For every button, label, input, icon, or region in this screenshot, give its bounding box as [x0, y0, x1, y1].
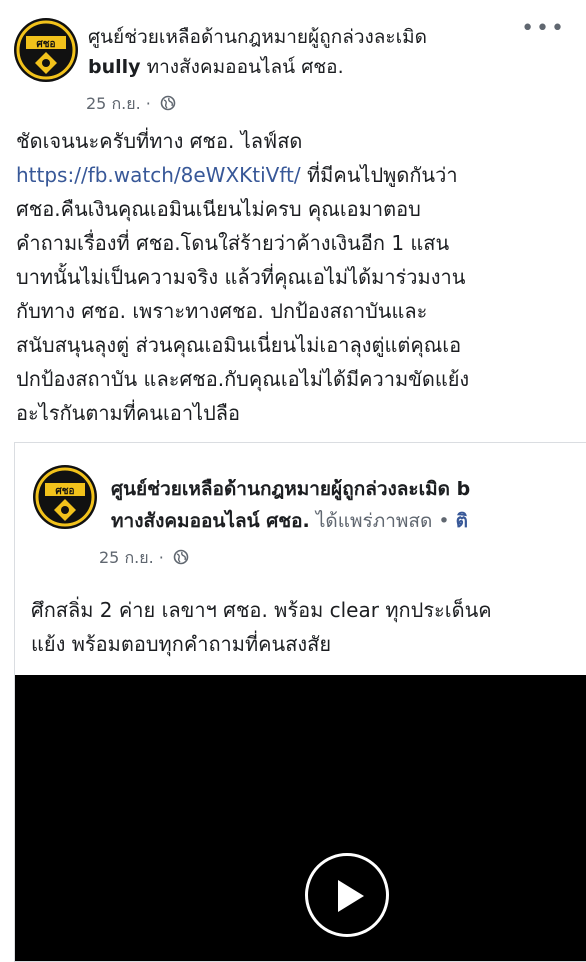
shared-page-avatar[interactable]: ศชอ	[33, 465, 97, 529]
page-name-line1[interactable]: ศูนย์ช่วยเหลือด้านกฎหมายผู้ถูกล่วงละเมิด	[88, 22, 528, 52]
post-text-line: กับทาง ศชอ. เพราะทางศชอ. ปกป้องสถาบันและ	[16, 299, 428, 323]
follow-link[interactable]: ติ	[456, 510, 468, 532]
shared-page-name-line2: ทางสังคมออนไลน์ ศชอ. ได้แพร่ภาพสด • ติ	[111, 510, 468, 532]
shared-post-card[interactable]: ศชอ ศูนย์ช่วยเหลือด้านกฎหมายผู้ถูกล่วงละ…	[14, 442, 586, 962]
play-button[interactable]	[305, 853, 389, 937]
post-text-line: บาทนั้นไม่เป็นความจริง แล้วที่คุณเอไม่ได…	[16, 265, 466, 289]
svg-text:ศชอ: ศชอ	[36, 39, 55, 50]
post-text-line: สนับสนุนลุงตู่ ส่วนคุณเอมินเนี่ยนไม่เอาล…	[16, 333, 462, 357]
post-text-line: อะไรกันตามที่คนเอาไปลือ	[16, 401, 241, 425]
globe-icon	[160, 95, 176, 115]
shared-page-name-line1[interactable]: ศูนย์ช่วยเหลือด้านกฎหมายผู้ถูกล่วงละเมิด…	[111, 473, 586, 505]
shared-page-name[interactable]: ศูนย์ช่วยเหลือด้านกฎหมายผู้ถูกล่วงละเมิด…	[111, 473, 586, 537]
video-player[interactable]	[15, 675, 586, 961]
shared-text-line: ศึกสลิ่ม 2 ค่าย เลขาฯ ศชอ. พร้อม clear ท…	[31, 598, 492, 622]
post-date[interactable]: 25 ก.ย.	[86, 94, 141, 113]
shared-post-meta: 25 ก.ย. ·	[99, 546, 189, 571]
video-link[interactable]: https://fb.watch/8eWXKtiVft/	[16, 163, 301, 187]
meta-dot: ·	[145, 94, 151, 113]
page-name-line2[interactable]: bully ทางสังคมออนไลน์ ศชอ.	[88, 52, 528, 82]
page-avatar[interactable]: ศชอ	[14, 18, 78, 82]
play-icon	[338, 880, 364, 912]
post-header: ศชอ ศูนย์ช่วยเหลือด้านกฎหมายผู้ถูกล่วงละ…	[0, 0, 586, 120]
post-text-line: ศชอ.คืนเงินคุณเอมินเนียนไม่ครบ คุณเอมาตอ…	[16, 197, 421, 221]
globe-icon	[173, 549, 189, 569]
post-text-line: คำถามเรื่องที่ ศชอ.โดนใส่ร้ายว่าค้างเงิน…	[16, 231, 450, 255]
svg-text:ศชอ: ศชอ	[55, 486, 74, 497]
meta-dot: ·	[158, 548, 164, 567]
shared-post-body: ศึกสลิ่ม 2 ค่าย เลขาฯ ศชอ. พร้อม clear ท…	[31, 593, 586, 661]
post-meta: 25 ก.ย. ·	[86, 92, 176, 117]
page-logo: ศชอ	[15, 19, 77, 81]
shared-page-logo: ศชอ	[34, 466, 96, 528]
post-text-line: ปกป้องสถาบัน และศชอ.กับคุณเอไม่ได้มีความ…	[16, 367, 470, 391]
post-body: ชัดเจนนะครับที่ทาง ศชอ. ไลฟ์สด https://f…	[16, 124, 576, 430]
shared-text-line: แย้ง พร้อมตอบทุกคำถามที่คนสงสัย	[31, 632, 332, 656]
more-options-icon[interactable]: •••	[521, 16, 566, 41]
shared-post-date[interactable]: 25 ก.ย.	[99, 548, 154, 567]
page-name[interactable]: ศูนย์ช่วยเหลือด้านกฎหมายผู้ถูกล่วงละเมิด…	[88, 22, 528, 82]
post-text-line-with-link: https://fb.watch/8eWXKtiVft/ ที่มีคนไปพู…	[16, 163, 458, 187]
post-text-line: ชัดเจนนะครับที่ทาง ศชอ. ไลฟ์สด	[16, 129, 303, 153]
